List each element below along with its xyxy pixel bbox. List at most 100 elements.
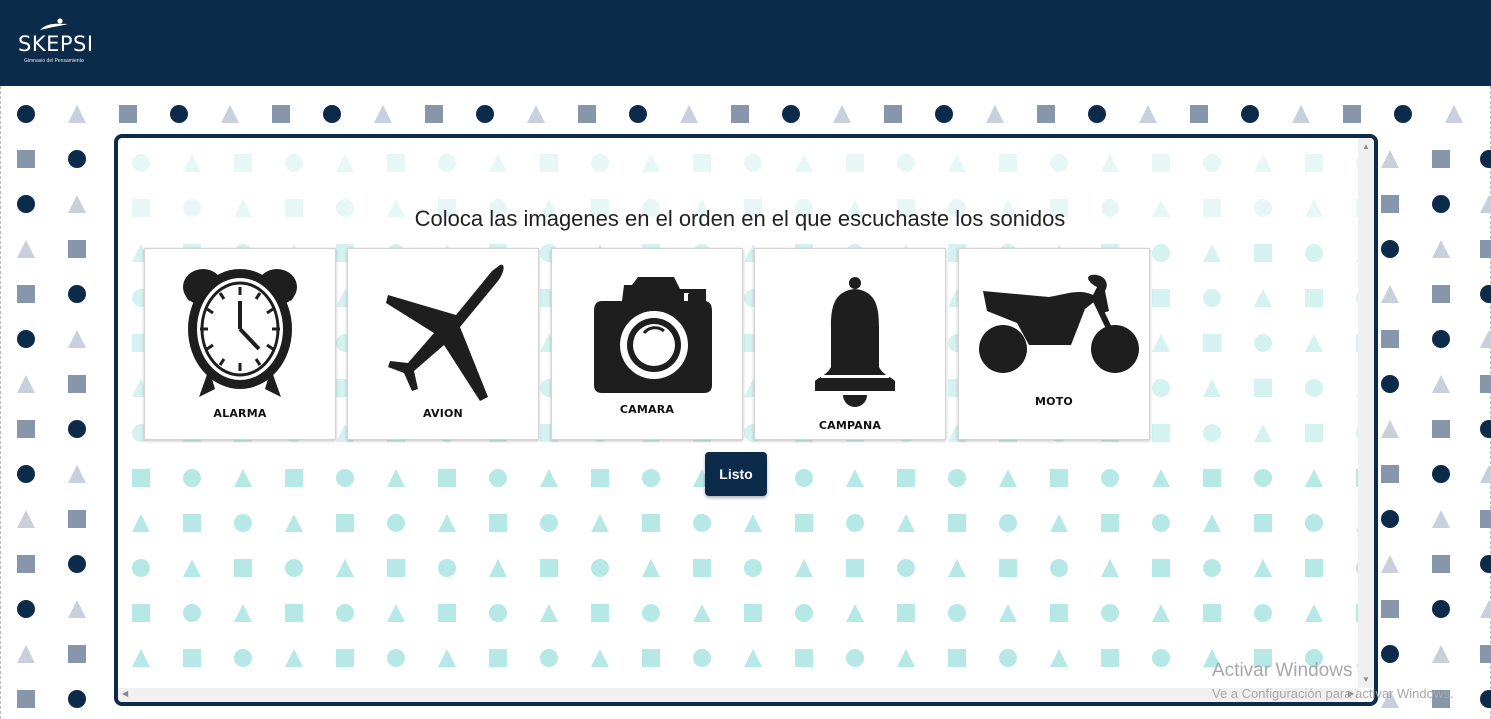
logo-tagline: Gimnasio del Pensamiento: [24, 58, 84, 64]
pattern-square: [795, 514, 813, 532]
pattern-square: [336, 514, 354, 532]
pattern-triangle: [387, 469, 405, 487]
listo-button[interactable]: Listo: [705, 452, 767, 496]
pattern-square: [1381, 465, 1399, 483]
pattern-square: [1305, 289, 1323, 307]
pattern-circle: [183, 469, 201, 487]
pattern-circle: [795, 604, 813, 622]
pattern-circle: [1480, 555, 1491, 573]
pattern-square: [1432, 420, 1450, 438]
pattern-circle: [476, 105, 494, 123]
pattern-square: [1305, 559, 1323, 577]
pattern-triangle: [183, 154, 201, 172]
pattern-circle: [183, 604, 201, 622]
pattern-triangle: [285, 649, 303, 667]
pattern-circle: [935, 105, 953, 123]
pattern-triangle: [336, 559, 354, 577]
pattern-circle: [1152, 379, 1170, 397]
pattern-triangle: [1480, 465, 1491, 483]
pattern-triangle: [489, 154, 507, 172]
pattern-triangle: [795, 559, 813, 577]
pattern-triangle: [1432, 645, 1450, 663]
card-campana[interactable]: CAMPANA: [754, 248, 946, 440]
card-alarma[interactable]: ALARMA: [144, 248, 336, 440]
pattern-triangle: [68, 465, 86, 483]
scroll-up-icon[interactable]: ▲: [1362, 142, 1370, 151]
pattern-square: [68, 510, 86, 528]
pattern-circle: [323, 105, 341, 123]
pattern-circle: [693, 514, 711, 532]
pattern-circle: [234, 649, 252, 667]
pattern-circle: [17, 465, 35, 483]
card-camara[interactable]: CAMARA: [551, 248, 743, 440]
scroll-right-icon[interactable]: ▶: [1348, 689, 1354, 698]
pattern-square: [795, 649, 813, 667]
pattern-triangle: [132, 649, 150, 667]
pattern-square: [438, 469, 456, 487]
vertical-scrollbar[interactable]: ▲ ▼: [1358, 138, 1374, 688]
card-avion[interactable]: AVION: [347, 248, 539, 440]
pattern-circle: [846, 649, 864, 667]
pattern-triangle: [234, 469, 252, 487]
pattern-circle: [68, 150, 86, 168]
pattern-square: [183, 649, 201, 667]
pattern-square: [234, 559, 252, 577]
pattern-triangle: [1381, 555, 1399, 573]
pattern-square: [642, 649, 660, 667]
pattern-triangle: [591, 649, 609, 667]
pattern-triangle: [1050, 514, 1068, 532]
pattern-triangle: [1381, 690, 1399, 708]
pattern-triangle: [1050, 649, 1068, 667]
card-moto[interactable]: MOTO: [958, 248, 1150, 440]
pattern-triangle: [693, 604, 711, 622]
instruction-title: Coloca las imagenes en el orden en el qu…: [414, 206, 1066, 231]
pattern-circle: [132, 154, 150, 172]
pattern-circle: [1101, 604, 1119, 622]
pattern-triangle: [1254, 424, 1272, 442]
pattern-square: [119, 105, 137, 123]
pattern-triangle: [68, 105, 86, 123]
pattern-triangle: [1445, 105, 1463, 123]
scroll-down-icon[interactable]: ▼: [1362, 675, 1370, 684]
pattern-square: [387, 154, 405, 172]
pattern-triangle: [221, 105, 239, 123]
pattern-circle: [948, 604, 966, 622]
pattern-square: [272, 105, 290, 123]
pattern-square: [489, 649, 507, 667]
pattern-triangle: [1152, 604, 1170, 622]
pattern-circle: [744, 154, 762, 172]
pattern-circle: [1254, 604, 1272, 622]
skepsi-logo[interactable]: SKEPSI Gimnasio del Pensamiento: [18, 18, 108, 68]
pattern-square: [1254, 244, 1272, 262]
pattern-circle: [1050, 559, 1068, 577]
pattern-circle: [17, 330, 35, 348]
pattern-circle: [1432, 465, 1450, 483]
pattern-circle: [1381, 240, 1399, 258]
pattern-square: [1480, 375, 1491, 393]
pattern-circle: [68, 690, 86, 708]
pattern-triangle: [795, 154, 813, 172]
pattern-triangle: [999, 604, 1017, 622]
pattern-triangle: [642, 154, 660, 172]
card-label-alarma: ALARMA: [213, 407, 267, 420]
pattern-triangle: [1203, 244, 1221, 262]
scroll-left-icon[interactable]: ◀: [122, 689, 128, 698]
pattern-square: [846, 559, 864, 577]
pattern-square: [1480, 645, 1491, 663]
pattern-circle: [438, 559, 456, 577]
pattern-triangle: [846, 604, 864, 622]
pattern-square: [1037, 105, 1055, 123]
pattern-circle: [897, 154, 915, 172]
pattern-square: [1254, 514, 1272, 532]
horizontal-scrollbar[interactable]: ◀ ▶: [118, 688, 1358, 702]
pattern-triangle: [986, 105, 1004, 123]
pattern-circle: [489, 469, 507, 487]
pattern-circle: [642, 604, 660, 622]
pattern-square: [1152, 289, 1170, 307]
pattern-square: [846, 154, 864, 172]
pattern-triangle: [680, 105, 698, 123]
pattern-square: [1050, 604, 1068, 622]
logo-figure-icon: [40, 18, 68, 30]
motorcycle-icon: [979, 274, 1139, 373]
pattern-triangle: [234, 604, 252, 622]
